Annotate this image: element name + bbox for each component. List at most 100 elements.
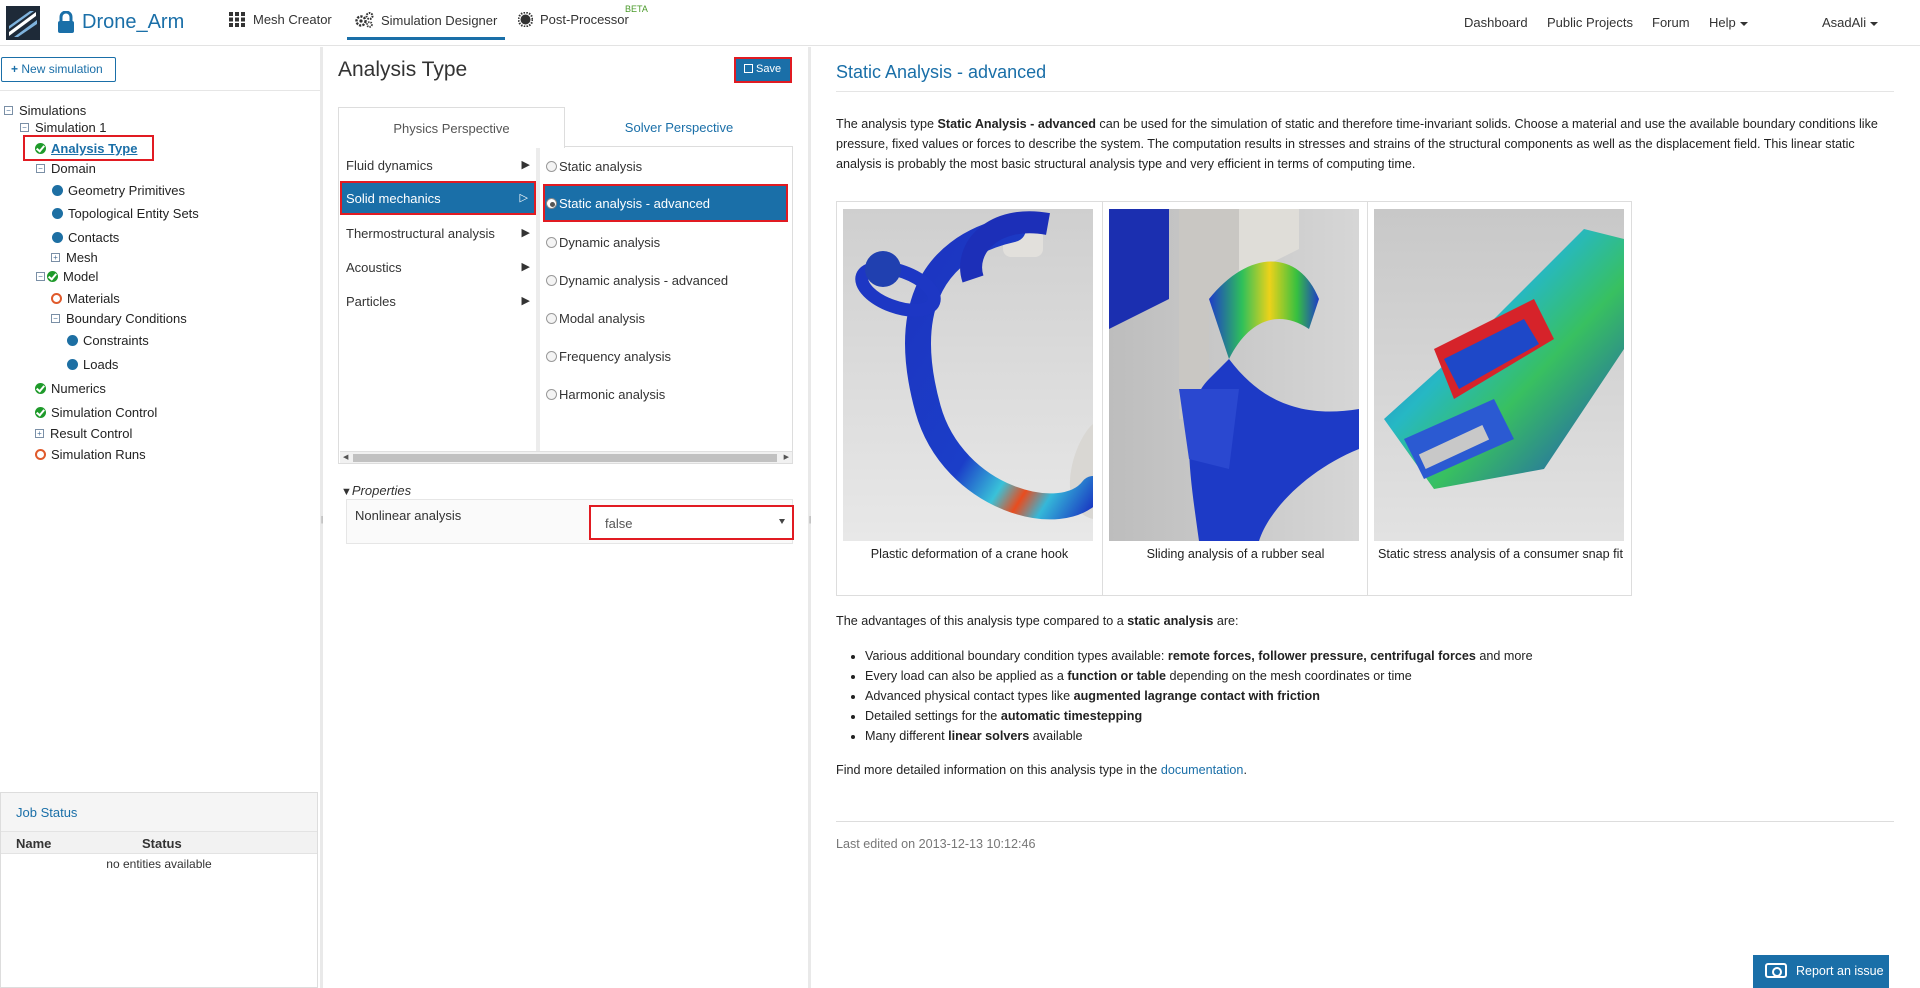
expand-icon[interactable]: + <box>35 429 44 438</box>
nav-help-label: Help <box>1709 15 1736 30</box>
tree-label-model: Model <box>63 269 99 284</box>
category-thermostructural-analysis[interactable]: Thermostructural analysis ▶ <box>340 216 536 250</box>
divider <box>836 821 1894 822</box>
scroll-right-icon[interactable]: ▶ <box>784 453 789 461</box>
tree-node-contacts[interactable]: Contacts <box>52 230 119 245</box>
nav-public-projects[interactable]: Public Projects <box>1547 15 1633 30</box>
nav-help[interactable]: Help <box>1709 15 1748 30</box>
status-ring-icon <box>51 293 62 304</box>
tree-node-simulation-runs[interactable]: Simulation Runs <box>35 447 146 462</box>
tab-simulation-designer[interactable]: Simulation Designer <box>346 12 506 40</box>
dropdown-arrow-icon <box>779 519 785 524</box>
nonlinear-analysis-select[interactable]: false <box>589 505 794 540</box>
tree-node-analysis-type[interactable]: Analysis Type <box>35 141 137 156</box>
horizontal-scrollbar[interactable]: ◀ ▶ <box>340 451 792 463</box>
option-harmonic-analysis[interactable]: Harmonic analysis <box>543 375 788 413</box>
tree-label-geometry-primitives: Geometry Primitives <box>68 183 186 198</box>
list-item-post: depending on the mesh coordinates or tim… <box>1166 669 1412 683</box>
collapse-icon[interactable]: − <box>51 314 60 323</box>
gallery-item-snap-fit[interactable]: Static stress analysis of a consumer sna… <box>1367 202 1632 595</box>
divider <box>836 91 1894 92</box>
list-item-post: available <box>1029 729 1083 743</box>
option-static-analysis[interactable]: Static analysis <box>543 147 788 185</box>
status-dot-icon <box>52 232 63 243</box>
radio-button[interactable] <box>546 350 557 362</box>
option-label: Modal analysis <box>559 310 645 326</box>
option-static-analysis-advanced[interactable]: Static analysis - advanced <box>543 184 788 222</box>
simscale-logo-icon[interactable] <box>6 6 40 40</box>
new-simulation-button[interactable]: + New simulation <box>1 57 116 82</box>
list-item: Every load can also be applied as a func… <box>865 666 1533 686</box>
tree-label-simulation-control: Simulation Control <box>51 405 158 420</box>
option-dynamic-analysis-advanced[interactable]: Dynamic analysis - advanced <box>543 261 788 299</box>
project-name[interactable]: Drone_Arm <box>82 11 184 34</box>
snap-fit-image[interactable] <box>1374 209 1624 541</box>
radio-button[interactable] <box>546 312 557 324</box>
tree-node-model[interactable]: − Model <box>36 269 98 284</box>
tab-simulation-designer-label: Simulation Designer <box>381 12 498 28</box>
tree-node-mesh[interactable]: + Mesh <box>51 250 98 265</box>
rubber-seal-image[interactable] <box>1109 209 1359 541</box>
list-item-pre: Detailed settings for the <box>865 709 1001 723</box>
column-header-name[interactable]: Name <box>16 836 51 851</box>
category-fluid-dynamics[interactable]: Fluid dynamics ▶ <box>340 148 536 182</box>
column-header-status[interactable]: Status <box>142 836 182 851</box>
option-dynamic-analysis[interactable]: Dynamic analysis <box>543 223 788 261</box>
expand-icon[interactable]: + <box>51 253 60 262</box>
tree-node-simulation-control[interactable]: Simulation Control <box>35 405 157 420</box>
nav-dashboard[interactable]: Dashboard <box>1464 15 1528 30</box>
collapse-icon[interactable]: − <box>36 272 45 281</box>
tab-post-processor[interactable]: Post-Processor <box>518 12 629 27</box>
tab-mesh-creator[interactable]: Mesh Creator <box>229 12 332 27</box>
lock-icon <box>58 11 74 33</box>
tree-node-materials[interactable]: Materials <box>51 291 120 306</box>
radio-button[interactable] <box>546 274 557 286</box>
tree-node-numerics[interactable]: Numerics <box>35 381 106 396</box>
category-label: Acoustics <box>346 260 402 275</box>
radio-button-checked[interactable] <box>546 197 557 209</box>
option-frequency-analysis[interactable]: Frequency analysis <box>543 337 788 375</box>
category-solid-mechanics[interactable]: Solid mechanics ▷ <box>340 181 536 215</box>
option-modal-analysis[interactable]: Modal analysis <box>543 299 788 337</box>
save-button[interactable]: Save <box>734 57 792 83</box>
tree-node-result-control[interactable]: + Result Control <box>35 426 132 441</box>
radio-button[interactable] <box>546 236 557 248</box>
tree-label-analysis-type[interactable]: Analysis Type <box>51 141 137 156</box>
scroll-left-icon[interactable]: ◀ <box>343 453 348 461</box>
category-particles[interactable]: Particles ▶ <box>340 284 536 318</box>
tab-solver-perspective[interactable]: Solver Perspective <box>565 107 793 147</box>
tab-physics-perspective[interactable]: Physics Perspective <box>338 107 565 148</box>
gallery-item-rubber-seal[interactable]: Sliding analysis of a rubber seal <box>1102 202 1367 595</box>
collapse-icon[interactable]: − <box>4 106 13 115</box>
tree-node-constraints[interactable]: Constraints <box>67 333 149 348</box>
radio-button[interactable] <box>546 160 557 172</box>
tree-label-topological-entity-sets: Topological Entity Sets <box>68 206 199 221</box>
user-menu[interactable]: AsadAli <box>1822 15 1879 30</box>
tree-node-topological-entity-sets[interactable]: Topological Entity Sets <box>52 206 199 221</box>
triangle-down-icon: ▼ <box>341 486 352 498</box>
nav-forum[interactable]: Forum <box>1652 15 1690 30</box>
tree-label-simulations: Simulations <box>19 103 87 118</box>
scrollbar-thumb[interactable] <box>353 454 777 462</box>
tree-node-loads[interactable]: Loads <box>67 357 118 372</box>
radio-button[interactable] <box>546 388 557 400</box>
gallery-item-crane-hook[interactable]: Plastic deformation of a crane hook <box>837 202 1102 595</box>
list-item-bold: linear solvers <box>948 729 1030 743</box>
job-status-title[interactable]: Job Status <box>1 793 317 832</box>
tree-node-boundary-conditions[interactable]: − Boundary Conditions <box>51 311 187 326</box>
column-divider[interactable] <box>536 147 540 453</box>
tree-node-geometry-primitives[interactable]: Geometry Primitives <box>52 183 185 198</box>
report-issue-label: Report an issue <box>1796 964 1884 978</box>
collapse-icon[interactable]: − <box>36 164 45 173</box>
crane-hook-image[interactable] <box>843 209 1093 541</box>
report-issue-button[interactable]: Report an issue <box>1753 955 1889 988</box>
tree-node-simulation-1[interactable]: − Simulation 1 <box>20 120 107 135</box>
category-acoustics[interactable]: Acoustics ▶ <box>340 250 536 284</box>
collapse-icon[interactable]: − <box>20 123 29 132</box>
documentation-link[interactable]: documentation <box>1161 763 1244 777</box>
tree-label-numerics: Numerics <box>51 381 106 396</box>
tree-node-simulations[interactable]: − Simulations <box>4 103 86 118</box>
properties-heading[interactable]: ▼Properties <box>341 483 411 498</box>
tree-node-domain[interactable]: − Domain <box>36 161 96 176</box>
properties-heading-label: Properties <box>351 483 412 498</box>
